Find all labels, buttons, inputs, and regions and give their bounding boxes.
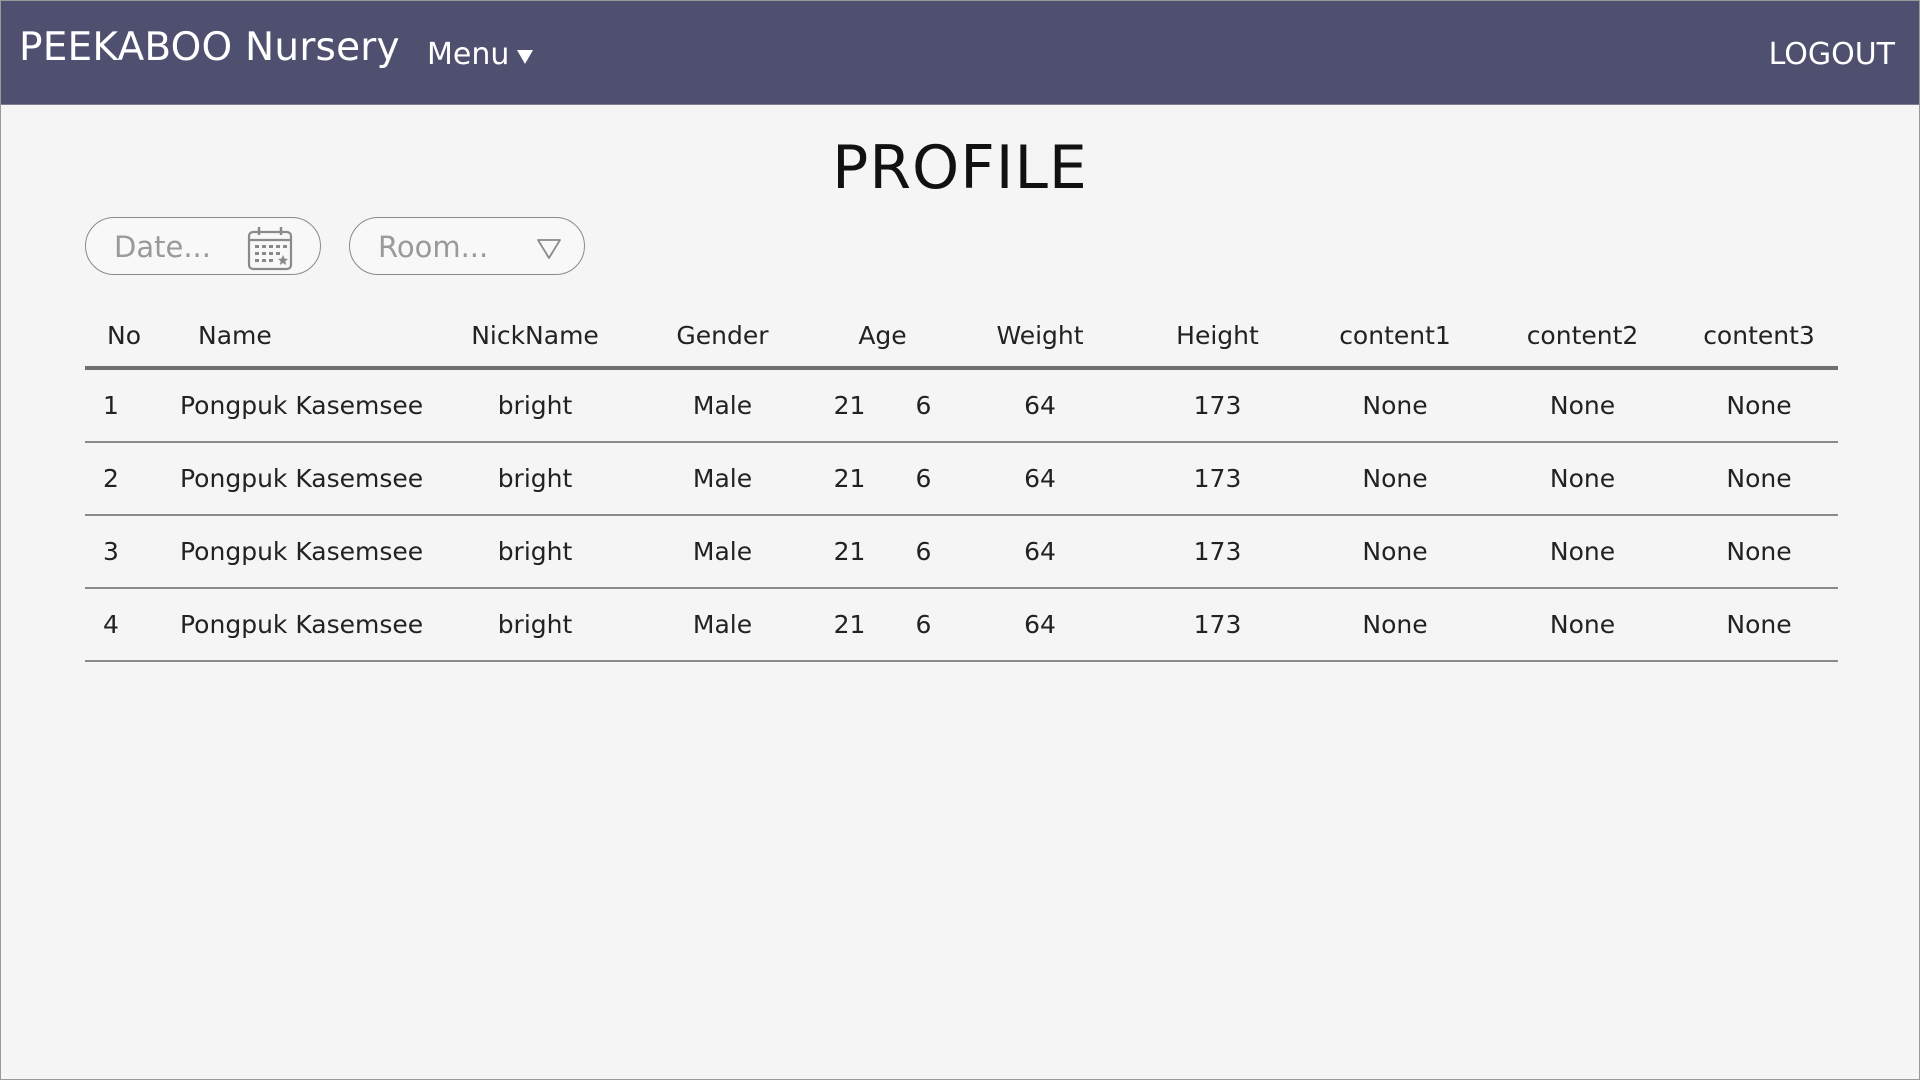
cell-weight: 64 (950, 368, 1130, 443)
cell-nickname: bright (440, 368, 630, 443)
cell-weight: 64 (950, 515, 1130, 589)
cell-content2: None (1485, 515, 1680, 589)
cell-name: Pongpuk Kasemsee (180, 442, 440, 516)
logout-button[interactable]: LOGOUT (1769, 37, 1895, 72)
date-placeholder: Date... (114, 230, 211, 264)
cell-age: 21 6 (815, 368, 950, 443)
cell-content3: None (1680, 588, 1838, 662)
cell-name: Pongpuk Kasemsee (180, 368, 440, 443)
cell-nickname: bright (440, 588, 630, 662)
profile-table: No Name NickName Gender Age Weight Heigh… (85, 304, 1838, 662)
cell-content2: None (1485, 442, 1680, 516)
header-weight[interactable]: Weight (950, 304, 1130, 370)
caret-down-icon (517, 49, 534, 64)
cell-content3: None (1680, 442, 1838, 516)
cell-no: 4 (85, 588, 180, 662)
cell-weight: 64 (950, 588, 1130, 662)
page-title: PROFILE (832, 133, 1088, 203)
cell-height: 173 (1130, 442, 1305, 516)
age-years: 21 (833, 391, 866, 420)
age-months: 6 (915, 391, 932, 420)
cell-nickname: bright (440, 515, 630, 589)
table-row[interactable]: 4 Pongpuk Kasemsee bright Male 21 6 64 17… (85, 588, 1838, 662)
header-height[interactable]: Height (1130, 304, 1305, 370)
date-filter-input[interactable]: Date... (85, 217, 321, 275)
cell-gender: Male (630, 588, 815, 662)
table-row[interactable]: 2 Pongpuk Kasemsee bright Male 21 6 64 17… (85, 442, 1838, 516)
cell-age: 21 6 (815, 442, 950, 516)
triangle-down-icon[interactable] (536, 238, 562, 260)
app-window: PEEKABOO Nursery Menu LOGOUT PROFILE Dat… (0, 0, 1920, 1080)
age-months: 6 (915, 537, 932, 566)
cell-content3: None (1680, 368, 1838, 443)
cell-name: Pongpuk Kasemsee (180, 515, 440, 589)
cell-name: Pongpuk Kasemsee (180, 588, 440, 662)
menu-dropdown[interactable]: Menu (427, 37, 534, 72)
cell-weight: 64 (950, 442, 1130, 516)
table-row[interactable]: 3 Pongpuk Kasemsee bright Male 21 6 64 17… (85, 515, 1838, 589)
calendar-icon[interactable] (246, 224, 294, 272)
age-years: 21 (833, 537, 866, 566)
cell-content1: None (1305, 588, 1485, 662)
header-content3[interactable]: content3 (1680, 304, 1838, 370)
cell-height: 173 (1130, 515, 1305, 589)
cell-height: 173 (1130, 588, 1305, 662)
header-no[interactable]: No (85, 304, 180, 370)
cell-nickname: bright (440, 442, 630, 516)
cell-content2: None (1485, 368, 1680, 443)
age-years: 21 (833, 610, 866, 639)
cell-content1: None (1305, 515, 1485, 589)
cell-content2: None (1485, 588, 1680, 662)
room-select[interactable]: Room... (349, 217, 585, 275)
cell-height: 173 (1130, 368, 1305, 443)
header-age[interactable]: Age (815, 304, 950, 370)
cell-gender: Male (630, 368, 815, 443)
cell-no: 2 (85, 442, 180, 516)
cell-gender: Male (630, 515, 815, 589)
header-name[interactable]: Name (180, 304, 440, 370)
age-years: 21 (833, 464, 866, 493)
room-placeholder: Room... (378, 230, 489, 264)
cell-content3: None (1680, 515, 1838, 589)
header-nickname[interactable]: NickName (440, 304, 630, 370)
age-months: 6 (915, 464, 932, 493)
header-content1[interactable]: content1 (1305, 304, 1485, 370)
table-header-row: No Name NickName Gender Age Weight Heigh… (85, 304, 1838, 370)
table-row[interactable]: 1 Pongpuk Kasemsee bright Male 21 6 64 17… (85, 368, 1838, 443)
header-gender[interactable]: Gender (630, 304, 815, 370)
age-months: 6 (915, 610, 932, 639)
cell-age: 21 6 (815, 588, 950, 662)
cell-content1: None (1305, 442, 1485, 516)
menu-label: Menu (427, 37, 510, 72)
cell-no: 3 (85, 515, 180, 589)
cell-gender: Male (630, 442, 815, 516)
cell-content1: None (1305, 368, 1485, 443)
cell-age: 21 6 (815, 515, 950, 589)
header-content2[interactable]: content2 (1485, 304, 1680, 370)
top-navbar: PEEKABOO Nursery Menu LOGOUT (1, 1, 1919, 105)
cell-no: 1 (85, 368, 180, 443)
brand-title[interactable]: PEEKABOO Nursery (19, 25, 400, 70)
